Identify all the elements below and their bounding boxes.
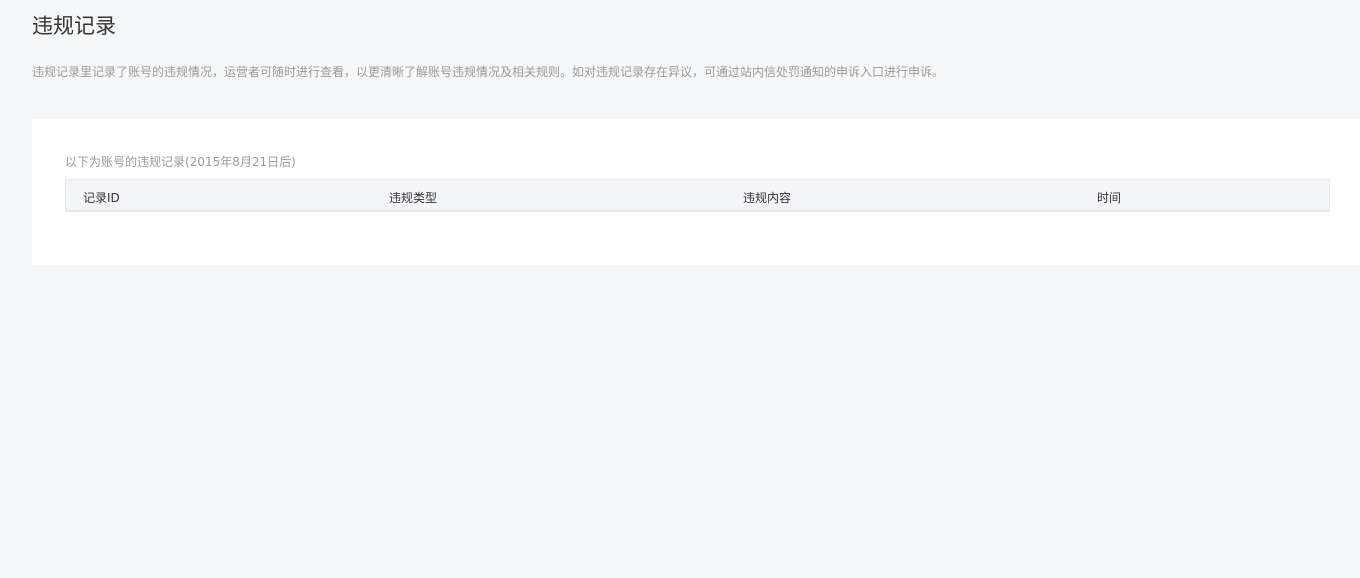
records-table-header: 记录ID 违规类型 违规内容 时间 (65, 179, 1330, 212)
page-description: 违规记录里记录了账号的违规情况，运营者可随时进行查看，以更清晰了解账号违规情况及… (32, 65, 945, 79)
column-header-violation-type: 违规类型 (389, 191, 438, 205)
page-title: 违规记录 (32, 14, 116, 38)
records-panel: 以下为账号的违规记录(2015年8月21日后) 记录ID 违规类型 违规内容 时… (32, 119, 1360, 265)
records-caption: 以下为账号的违规记录(2015年8月21日后) (65, 155, 296, 169)
column-header-time: 时间 (1097, 191, 1122, 205)
column-header-violation-content: 违规内容 (743, 191, 792, 205)
column-header-record-id: 记录ID (83, 191, 120, 205)
